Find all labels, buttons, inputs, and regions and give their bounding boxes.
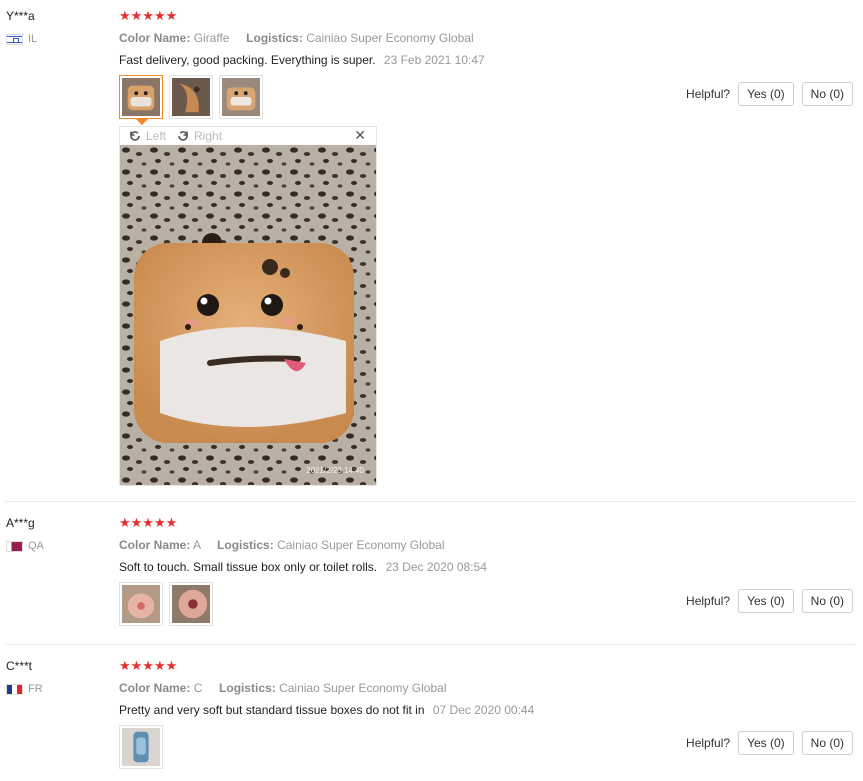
- logistics-label: Logistics:: [246, 31, 303, 45]
- helpful-vote: Helpful? Yes (0) No (0): [686, 589, 853, 613]
- review-photo-thumb[interactable]: [119, 582, 163, 626]
- helpful-yes-button[interactable]: Yes (0): [738, 82, 794, 106]
- review-photo-large: 2021/2/23 14:40: [120, 145, 376, 485]
- rating-stars: ★★★★★: [119, 515, 178, 530]
- close-icon[interactable]: ✕: [354, 127, 366, 144]
- review-photo-thumb[interactable]: [169, 582, 213, 626]
- flag-qa-icon: [6, 540, 23, 552]
- review-body: Pretty and very soft but standard tissue…: [119, 703, 425, 717]
- rating-stars-glyphs: ★★★★★: [119, 658, 178, 673]
- helpful-yes-button[interactable]: Yes (0): [738, 589, 794, 613]
- review-photo-list: [119, 582, 213, 626]
- color-value: A: [193, 538, 201, 552]
- review-photo-list: [119, 75, 263, 125]
- rotate-left-icon: [130, 131, 140, 141]
- helpful-label: Helpful?: [686, 736, 731, 750]
- helpful-no-button[interactable]: No (0): [801, 589, 853, 613]
- review-attributes: Color Name: C Logistics: Cainiao Super E…: [119, 681, 447, 695]
- review-body: Soft to touch. Small tissue box only or …: [119, 560, 378, 574]
- rating-stars: ★★★★★: [119, 8, 178, 23]
- pink-plush-thumb-image: [122, 585, 160, 623]
- review-attributes: Color Name: Giraffe Logistics: Cainiao S…: [119, 31, 474, 45]
- review-photo-thumb[interactable]: [119, 75, 163, 125]
- reviewer-country: QA: [6, 540, 44, 552]
- helpful-yes-button[interactable]: Yes (0): [738, 731, 794, 755]
- review-body: Fast delivery, good packing. Everything …: [119, 53, 376, 67]
- review-date: 23 Dec 2020 08:54: [385, 560, 487, 574]
- color-value: C: [193, 681, 203, 695]
- flag-il-icon: [6, 33, 23, 45]
- reviewer-name: C***t: [6, 659, 33, 673]
- blue-plush-thumb-image: [122, 728, 160, 766]
- helpful-vote: Helpful? Yes (0) No (0): [686, 731, 853, 755]
- country-code: IL: [28, 33, 38, 45]
- country-code: FR: [28, 683, 43, 695]
- reviewer-name: Y***a: [6, 9, 35, 23]
- logistics-value: Cainiao Super Economy Global: [277, 538, 445, 552]
- helpful-label: Helpful?: [686, 87, 731, 101]
- rating-stars: ★★★★★: [119, 659, 177, 673]
- reviewer-country: IL: [6, 33, 37, 45]
- review-divider: [5, 501, 855, 502]
- review-attributes: Color Name: A Logistics: Cainiao Super E…: [119, 538, 445, 552]
- review-date: 07 Dec 2020 00:44: [432, 703, 535, 717]
- reviewer-name: A***g: [6, 516, 35, 530]
- reviewer-country: FR: [6, 683, 43, 695]
- color-value: Giraffe: [193, 31, 230, 45]
- review-date: 23 Feb 2021 10:47: [383, 53, 485, 67]
- review-photo-thumb[interactable]: [169, 75, 213, 119]
- photo-timestamp: 2021/2/23 14:40: [306, 466, 364, 475]
- helpful-no-button[interactable]: No (0): [801, 731, 853, 755]
- rotate-right-icon: [178, 131, 188, 141]
- review-text: Soft to touch. Small tissue box only or …: [119, 560, 487, 574]
- rotate-left-button[interactable]: Left: [128, 129, 166, 143]
- color-label: Color Name:: [119, 681, 191, 695]
- giraffe-tissue-box-photo: 2021/2/23 14:40: [120, 145, 376, 485]
- logistics-value: Cainiao Super Economy Global: [306, 31, 474, 45]
- review-photo-thumb[interactable]: [219, 75, 263, 119]
- helpful-label: Helpful?: [686, 594, 731, 608]
- giraffe-box-thumb-image: [122, 78, 160, 116]
- rotate-right-button[interactable]: Right: [176, 129, 222, 143]
- logistics-label: Logistics:: [217, 538, 274, 552]
- review-photo-thumb[interactable]: [119, 725, 163, 769]
- giraffe-box-top-thumb-image: [222, 78, 260, 116]
- helpful-no-button[interactable]: No (0): [801, 82, 853, 106]
- rotate-left-label: Left: [146, 129, 167, 143]
- review-divider: [5, 644, 855, 645]
- pink-plush-thumb-image: [172, 585, 210, 623]
- helpful-vote: Helpful? Yes (0) No (0): [686, 82, 853, 106]
- photo-viewer-toolbar: Left Right ✕: [120, 127, 376, 145]
- review-text: Fast delivery, good packing. Everything …: [119, 53, 485, 67]
- logistics-value: Cainiao Super Economy Global: [279, 681, 447, 695]
- flag-fr-icon: [6, 683, 23, 695]
- color-label: Color Name:: [119, 538, 191, 552]
- review-text: Pretty and very soft but standard tissue…: [119, 703, 534, 717]
- review-photo-list: [119, 725, 163, 769]
- logistics-label: Logistics:: [219, 681, 276, 695]
- rotate-right-label: Right: [194, 129, 223, 143]
- giraffe-box-side-thumb-image: [172, 78, 210, 116]
- photo-viewer: Left Right ✕ 2021/2/23 14:40: [119, 126, 377, 486]
- color-label: Color Name:: [119, 31, 191, 45]
- country-code: QA: [28, 540, 44, 552]
